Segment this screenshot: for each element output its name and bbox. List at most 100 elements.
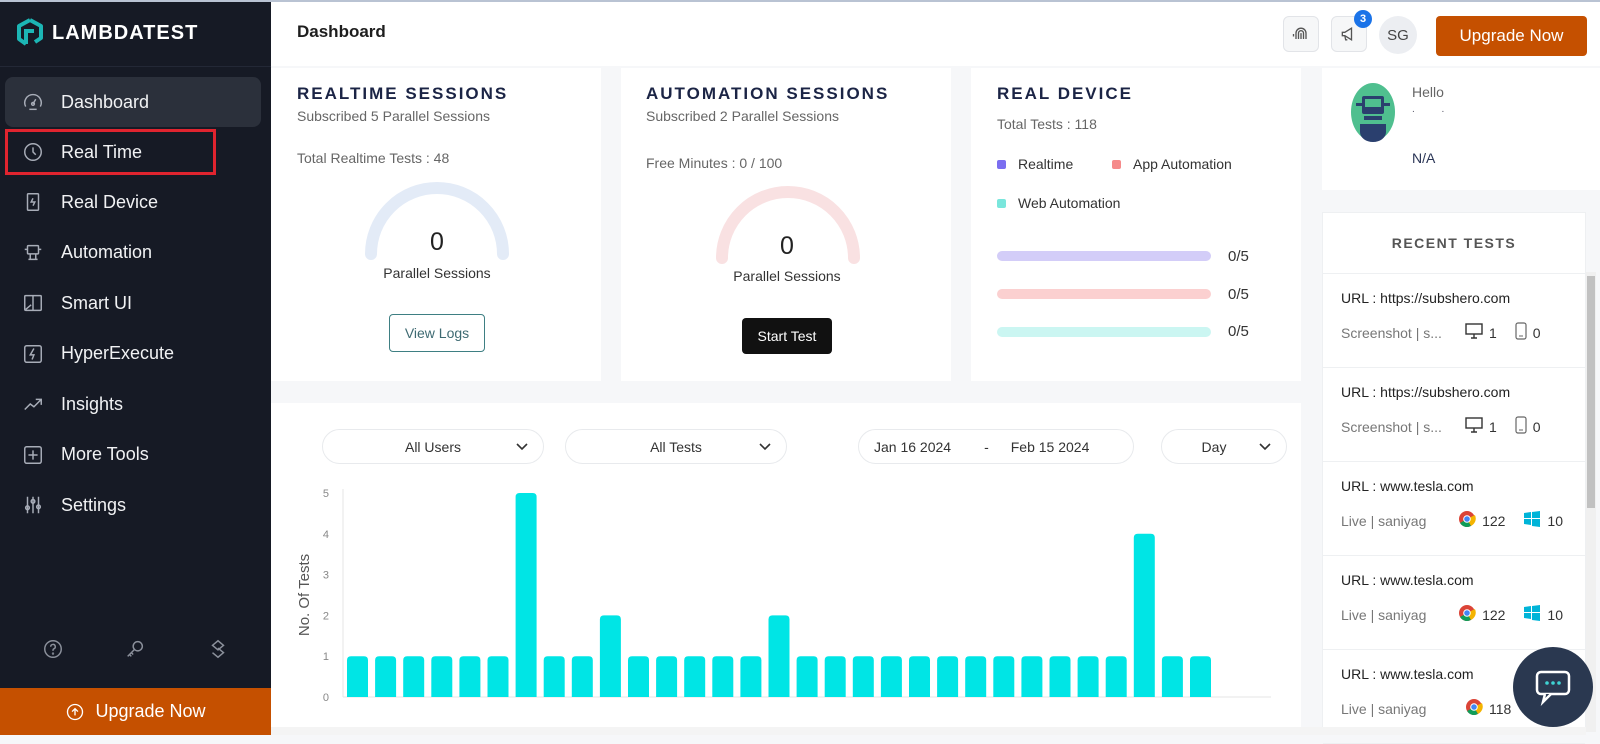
date-separator: - <box>984 438 989 455</box>
sidebar-upgrade-button[interactable]: Upgrade Now <box>0 688 271 735</box>
recent-test-type-user: Live | saniyag <box>1341 606 1427 623</box>
brand-name: LAMBDATEST <box>52 21 199 44</box>
chart-bar[interactable]: Feb 13: 4 <box>1133 533 1155 697</box>
chart-bar[interactable]: Feb 10: 1 <box>1049 656 1071 697</box>
chart-bar[interactable]: Jan 19: 1 <box>431 656 453 697</box>
sidebar-item-real-device[interactable]: Real Device <box>5 177 261 227</box>
legend-swatch <box>997 159 1006 169</box>
chart-bar[interactable]: Jan 16: 1 <box>347 656 368 697</box>
chart-bar[interactable]: Jan 17: 1 <box>375 656 397 697</box>
recent-test-item[interactable]: URL : www.tesla.com Live | saniyag 122 10 <box>1323 462 1585 556</box>
sidebar-item-dashboard[interactable]: Dashboard <box>5 77 261 127</box>
announcements-button[interactable]: 3 <box>1331 10 1372 52</box>
recent-test-type-user: Live | saniyag <box>1341 512 1427 529</box>
chart-bar[interactable]: Feb 8: 1 <box>993 656 1015 697</box>
view-logs-button[interactable]: View Logs <box>389 314 485 352</box>
recent-tests-title: RECENT TESTS <box>1323 213 1585 274</box>
granularity-dropdown[interactable]: Day <box>1161 429 1287 464</box>
chart-bar[interactable]: Feb 12: 1 <box>1105 656 1127 697</box>
sidebar-item-label: Real Device <box>61 191 159 212</box>
chart-bar[interactable]: Feb 6: 1 <box>937 656 959 697</box>
scrollbar-thumb[interactable] <box>1587 276 1595 508</box>
y-tick-label: 5 <box>323 488 329 500</box>
horizontal-scrollbar[interactable] <box>271 727 1586 735</box>
tests-chart-card: All Users All Tests Jan 16 2024 - Feb 15… <box>271 403 1301 735</box>
fingerprint-icon <box>1292 27 1307 39</box>
chart-bar[interactable]: Feb 11: 1 <box>1077 656 1099 697</box>
chrome-icon <box>1458 510 1476 531</box>
stat-value: 1 <box>1489 324 1497 341</box>
sidebar-item-more-tools[interactable]: More Tools <box>5 430 261 480</box>
recent-test-stat: 122 <box>1458 604 1505 625</box>
chart-bar[interactable]: Jan 18: 1 <box>403 656 425 697</box>
sidebar-item-label: HyperExecute <box>61 343 175 363</box>
chart-bar[interactable]: Jan 25: 2 <box>599 615 621 697</box>
sliders-icon <box>21 493 45 517</box>
recent-test-stat: 0 <box>1515 322 1541 343</box>
chart-bar[interactable]: Jan 21: 1 <box>487 656 509 697</box>
user-avatar[interactable]: SG <box>1379 16 1417 54</box>
recent-tests-scrollbar[interactable] <box>1586 272 1596 732</box>
sidebar: LAMBDATEST Dashboard Real Time Real Devi… <box>0 0 271 735</box>
sidebar-item-insights[interactable]: Insights <box>5 379 261 429</box>
progress-label: 0/5 <box>1228 323 1249 340</box>
recent-test-item[interactable]: URL : https://subshero.com Screenshot | s… <box>1323 368 1585 462</box>
dropdown-value: All Tests <box>650 438 702 455</box>
sidebar-item-hyperexecute[interactable]: HyperExecute <box>5 329 261 379</box>
clock-icon <box>21 140 45 164</box>
sidebar-item-label: Automation <box>61 242 153 262</box>
key-icon[interactable] <box>124 638 146 665</box>
date-range-picker[interactable]: Jan 16 2024 - Feb 15 2024 <box>858 429 1134 464</box>
chart-bar[interactable]: Feb 2: 1 <box>824 656 846 697</box>
chat-bubble-icon <box>1535 670 1571 706</box>
recent-test-url: URL : www.tesla.com <box>1341 572 1474 588</box>
chart-bar[interactable]: Feb 15: 1 <box>1190 656 1211 697</box>
progress-label: 0/5 <box>1228 286 1249 303</box>
chart-bar[interactable]: Feb 4: 1 <box>880 656 902 697</box>
chart-bar[interactable]: Feb 5: 1 <box>909 656 930 697</box>
fingerprint-button[interactable] <box>1283 16 1319 52</box>
chart-bar[interactable]: Jan 26: 1 <box>628 656 649 697</box>
chat-support-button[interactable] <box>1513 647 1593 727</box>
chart-bar[interactable]: Feb 14: 1 <box>1161 656 1183 697</box>
sidebar-item-settings[interactable]: Settings <box>5 480 261 530</box>
chart-bar[interactable]: Feb 7: 1 <box>965 656 987 697</box>
chart-bar[interactable]: Feb 3: 1 <box>852 656 874 697</box>
chart-bar[interactable]: Jan 20: 1 <box>459 656 481 697</box>
arrow-up-circle-icon <box>67 703 84 720</box>
recent-test-meta: Live | saniyag 122 10 <box>1341 510 1581 531</box>
chart-bar[interactable]: Jan 29: 1 <box>712 656 734 697</box>
chart-bar[interactable]: Jan 30: 1 <box>740 656 762 697</box>
recent-test-item[interactable]: URL : www.tesla.com Live | saniyag 122 10 <box>1323 556 1585 650</box>
start-test-button[interactable]: Start Test <box>742 318 832 354</box>
header-upgrade-button[interactable]: Upgrade Now <box>1436 16 1587 56</box>
chart-bar[interactable]: Jan 31: 2 <box>768 615 790 697</box>
stat-value: 118 <box>1489 700 1512 717</box>
recent-test-meta: Screenshot | s... 1 0 <box>1341 322 1581 343</box>
chart-bar[interactable]: Feb 9: 1 <box>1021 656 1043 697</box>
sidebar-item-real-time[interactable]: Real Time <box>5 129 216 175</box>
y-axis-label: No. Of Tests <box>296 554 313 636</box>
chart-bar[interactable]: Jan 27: 1 <box>656 656 678 697</box>
chart-bar[interactable]: Jan 28: 1 <box>684 656 706 697</box>
logo[interactable]: LAMBDATEST <box>16 18 198 48</box>
trending-up-icon <box>21 392 45 416</box>
tests-filter-dropdown[interactable]: All Tests <box>565 429 787 464</box>
sidebar-item-automation[interactable]: Automation <box>5 228 261 278</box>
chart-bar[interactable]: Feb 1: 1 <box>796 656 818 697</box>
sidebar-item-smart-ui[interactable]: Smart UI <box>5 278 261 328</box>
y-tick-label: 2 <box>323 610 329 622</box>
integrations-icon[interactable] <box>207 638 229 665</box>
chart-bar[interactable]: Jan 22: 5 <box>515 493 537 697</box>
legend-realtime: Realtime <box>997 156 1073 172</box>
stat-value: 10 <box>1547 606 1563 623</box>
help-icon[interactable] <box>42 638 64 665</box>
top-header: Dashboard 3 SG Upgrade Now <box>271 2 1600 66</box>
chart-bar[interactable]: Jan 24: 1 <box>571 656 593 697</box>
sidebar-item-label: Insights <box>61 393 124 414</box>
users-filter-dropdown[interactable]: All Users <box>322 429 544 464</box>
recent-test-item[interactable]: URL : https://subshero.com Screenshot | s… <box>1323 274 1585 368</box>
card-title: REALTIME SESSIONS <box>297 84 509 103</box>
recent-test-type-user: Screenshot | s... <box>1341 324 1442 341</box>
chart-bar[interactable]: Jan 23: 1 <box>543 656 565 697</box>
